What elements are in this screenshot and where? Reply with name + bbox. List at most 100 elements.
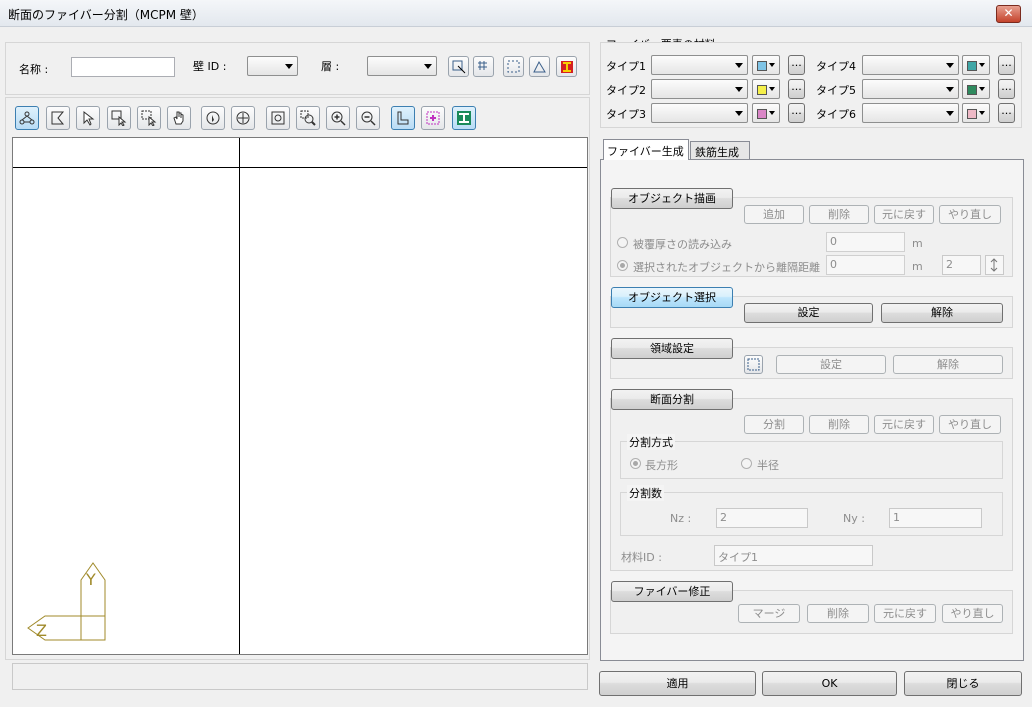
pan-tool-icon[interactable] [167,106,191,130]
type4-color-picker[interactable] [962,55,990,75]
type1-color-swatch [757,61,767,71]
window-title: 断面のファイバー分割（MCPM 壁） [8,8,204,22]
box-select-icon[interactable] [107,106,131,130]
type3-select[interactable] [651,103,748,123]
split-delete-button[interactable]: 削除 [809,415,869,434]
split-button[interactable]: 分割 [744,415,804,434]
close-button[interactable]: 閉じる [904,671,1022,696]
offset-unit: m [912,260,923,273]
fix-undo-button[interactable]: 元に戻す [874,604,936,623]
section-split-button[interactable]: 断面分割 [611,389,733,410]
name-input[interactable] [71,57,175,77]
chevron-down-icon [769,87,775,91]
radius-radio[interactable] [741,458,752,469]
offset-sort-icon[interactable] [985,255,1004,275]
circle-cross-icon[interactable] [231,106,255,130]
circle-select-icon[interactable] [201,106,225,130]
add-button[interactable]: 追加 [744,205,804,224]
layer-select[interactable] [367,56,437,76]
type4-label: タイプ4 [816,60,856,73]
type5-color-picker[interactable] [962,79,990,99]
wall-id-select[interactable] [247,56,298,76]
draw-redo-button[interactable]: やり直し [939,205,1001,224]
object-select-button[interactable]: オブジェクト選択 [611,287,733,308]
close-window-button[interactable]: ✕ [996,5,1021,23]
nz-stepper[interactable]: 2 [716,508,808,528]
drawing-canvas[interactable]: Y Z [12,137,588,655]
rectangle-label: 長方形 [645,459,678,472]
cover-thickness-input[interactable]: 0 [826,232,905,252]
chevron-down-icon [424,64,432,69]
split-undo-button[interactable]: 元に戻す [874,415,934,434]
type6-more-button[interactable]: ... [998,103,1015,123]
canvas-divider [239,138,240,654]
type5-color-swatch [967,85,977,95]
object-draw-button[interactable]: オブジェクト描画 [611,188,733,209]
region-release-button[interactable]: 解除 [893,355,1003,374]
apply-button[interactable]: 適用 [599,671,756,696]
polygon-tool-icon[interactable] [46,106,70,130]
fix-delete-button[interactable]: 削除 [807,604,869,623]
type1-color-picker[interactable] [752,55,780,75]
cover-thickness-radio[interactable] [617,237,628,248]
region-select-icon[interactable] [744,355,763,374]
node-tool-icon[interactable] [15,106,39,130]
ok-button[interactable]: OK [762,671,897,696]
section-shape-icon[interactable] [452,106,476,130]
view-grid-icon[interactable] [473,56,494,77]
object-select-set-button[interactable]: 設定 [744,303,873,323]
split-method-label: 分割方式 [627,434,675,450]
layer-label: 層 : [321,60,340,73]
type1-select[interactable] [651,55,748,75]
cover-unit: m [912,237,923,250]
type4-more-button[interactable]: ... [998,55,1015,75]
name-label: 名称 : [19,63,49,76]
chevron-down-icon [735,87,743,92]
pointer-tool-icon[interactable] [76,106,100,130]
type6-select[interactable] [862,103,959,123]
view-dots-icon[interactable] [503,56,524,77]
tab-fiber-generation[interactable]: ファイバー生成 [603,139,689,160]
chevron-down-icon [979,63,985,67]
type5-select[interactable] [862,79,959,99]
zoom-window-icon[interactable] [296,106,320,130]
cross-select-icon[interactable] [137,106,161,130]
type2-select[interactable] [651,79,748,99]
type4-color-swatch [967,61,977,71]
split-count-label: 分割数 [627,485,664,501]
type1-more-button[interactable]: ... [788,55,805,75]
region-set-button[interactable]: 設定 [776,355,886,374]
i-beam-icon[interactable] [556,56,577,77]
type6-color-picker[interactable] [962,103,990,123]
offset-distance-radio[interactable] [617,260,628,271]
fix-redo-button[interactable]: やり直し [942,604,1003,623]
zoom-in-icon[interactable] [326,106,350,130]
type2-more-button[interactable]: ... [788,79,805,99]
type4-select[interactable] [862,55,959,75]
rectangle-radio[interactable] [630,458,641,469]
zoom-fit-icon[interactable] [266,106,290,130]
l-shape-icon[interactable] [391,106,415,130]
region-button[interactable]: 領域設定 [611,338,733,359]
view-mesh-icon[interactable] [529,56,550,77]
ny-label: Ny : [843,512,865,525]
ny-stepper[interactable]: 1 [889,508,982,528]
type3-color-picker[interactable] [752,103,780,123]
split-redo-button[interactable]: やり直し [939,415,1001,434]
offset-count-stepper[interactable]: 2 [942,255,981,275]
tab-rebar-generation[interactable]: 鉄筋生成 [690,141,750,159]
offset-distance-input[interactable]: 0 [826,255,905,275]
object-select-release-button[interactable]: 解除 [881,303,1003,323]
view-select-icon[interactable] [448,56,469,77]
draw-delete-button[interactable]: 削除 [809,205,869,224]
status-bar [12,663,588,690]
centroid-icon[interactable] [421,106,445,130]
draw-undo-button[interactable]: 元に戻す [874,205,934,224]
fiber-fix-button[interactable]: ファイバー修正 [611,581,733,602]
type3-more-button[interactable]: ... [788,103,805,123]
zoom-out-icon[interactable] [356,106,380,130]
type2-color-picker[interactable] [752,79,780,99]
merge-button[interactable]: マージ [738,604,800,623]
type5-more-button[interactable]: ... [998,79,1015,99]
material-id-select[interactable]: タイプ1 [714,545,873,566]
